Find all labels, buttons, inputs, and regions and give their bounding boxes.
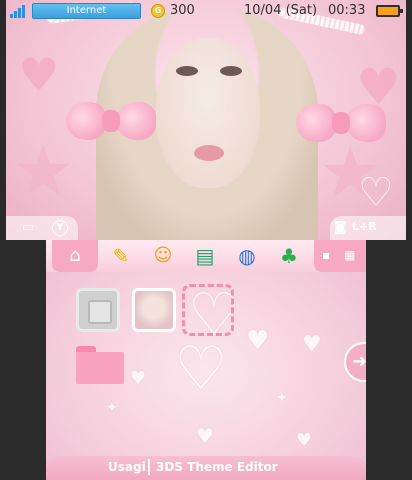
bow-icon: [66, 96, 156, 146]
pencil-icon[interactable]: ✎: [106, 242, 136, 270]
wifi-signal-icon: [10, 4, 30, 18]
y-button-icon: Y: [52, 220, 68, 236]
zoom-out-button[interactable]: ▪: [322, 248, 330, 262]
photo-face: [156, 38, 260, 188]
camera-icon: ▭: [22, 220, 35, 235]
pink-heart-icon: ♥: [18, 48, 60, 102]
lr-button-hint: L+R: [352, 220, 377, 233]
bottom-screen: ♡ ♡ ♥ ♥ ♥ ♥ ♥ ✦ ✦ ⌂ ✎ ☺ ▤ ◍ ♣ ▪ ▦ ➜ Usag…: [46, 240, 366, 480]
battery-icon: [376, 5, 403, 17]
sparkle-icon: ✦: [276, 390, 288, 406]
credit-divider: [148, 459, 150, 475]
sparkle-heart-icon: ♥: [302, 332, 322, 357]
sparkle-heart-icon: ♥: [196, 424, 214, 448]
photo-eye: [220, 66, 242, 76]
bow-icon: [296, 98, 386, 148]
sparkle-icon: ✦: [106, 400, 118, 416]
selection-cursor[interactable]: [182, 284, 234, 336]
photo-eye: [176, 66, 198, 76]
sparkle-heart-icon: ♥: [130, 368, 147, 389]
friends-icon[interactable]: ♣: [274, 242, 304, 270]
status-bar: Internet G 300 10/04 (Sat) 00:33: [6, 0, 406, 22]
play-coin-icon: G: [151, 4, 165, 18]
internet-status: Internet: [32, 3, 141, 19]
smiley-icon[interactable]: ☺: [148, 242, 178, 270]
play-coin-count: 300: [170, 3, 195, 18]
theme-author: Usagi: [108, 460, 146, 474]
date: 10/04 (Sat): [244, 3, 318, 18]
theme-editor-name: 3DS Theme Editor: [156, 460, 278, 474]
photo-app-icon[interactable]: [132, 288, 176, 332]
globe-icon[interactable]: ◍: [232, 242, 262, 270]
speech-bubble-icon[interactable]: ▤: [190, 242, 220, 270]
empty-app-slot[interactable]: [76, 288, 120, 332]
white-heart-icon: ♡: [358, 170, 394, 216]
home-settings-button[interactable]: ⌂: [52, 240, 98, 272]
camera-icon: ◙: [334, 220, 347, 235]
grid-view-button[interactable]: ▦: [344, 248, 355, 262]
scroll-right-arrow-icon[interactable]: ➜: [344, 342, 366, 382]
photo-lips: [194, 145, 224, 161]
sparkle-heart-icon: ♥: [246, 326, 270, 356]
clock: 00:33: [328, 3, 366, 18]
folder-icon[interactable]: [76, 346, 124, 384]
top-screen: ♥ ♥ ★ ★ ♡ ▭ Y ◙ L+R: [6, 0, 406, 240]
sparkle-heart-icon: ♥: [296, 430, 313, 451]
